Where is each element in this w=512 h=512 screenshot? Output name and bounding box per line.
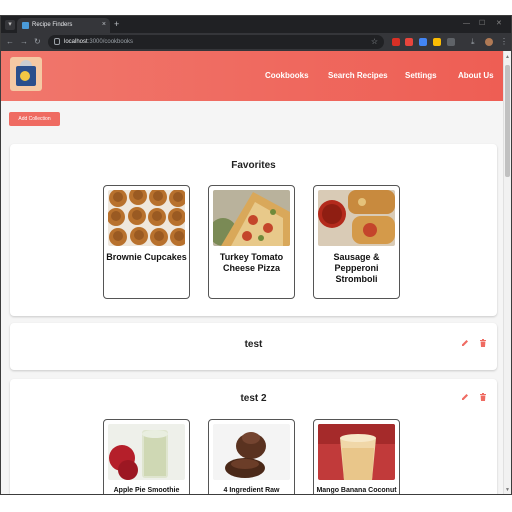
- recipe-image: [213, 190, 290, 246]
- delete-trash-icon[interactable]: [479, 339, 487, 347]
- minimize-icon[interactable]: —: [463, 18, 470, 30]
- recipe-name: Turkey Tomato Cheese Pizza: [219, 252, 284, 273]
- collection-title: Favorites: [231, 160, 276, 171]
- window-close-icon[interactable]: ✕: [496, 18, 502, 30]
- page-scrollbar[interactable]: ▲ ▼: [503, 51, 511, 494]
- nav-search-recipes-link[interactable]: Search Recipes: [328, 71, 388, 81]
- recipe-name: Mango Banana Coconut Smoothie: [316, 487, 397, 494]
- recipe-image: [213, 424, 290, 480]
- bookmark-star-icon[interactable]: ☆: [371, 36, 378, 47]
- recipe-name: Brownie Cupcakes: [106, 252, 187, 262]
- app-header: Cookbooks Search Recipes Settings About …: [1, 51, 503, 101]
- puzzle-extensions-icon[interactable]: [447, 38, 455, 46]
- nav-cookbooks-link[interactable]: Cookbooks: [265, 71, 309, 81]
- extension-icon[interactable]: [419, 38, 427, 46]
- recipe-image: [108, 190, 185, 246]
- nav-about-link[interactable]: About Us: [458, 71, 494, 81]
- scroll-down-icon[interactable]: ▼: [504, 486, 511, 494]
- download-icon[interactable]: ⤓: [471, 37, 475, 47]
- address-bar-row: ← → ↻ localhost:3000/cookbooks ☆ ⤓ ⋮: [1, 33, 511, 51]
- url-input[interactable]: localhost:3000/cookbooks ☆: [48, 35, 384, 49]
- collection-title: test: [244, 339, 263, 350]
- recipe-image: [108, 424, 185, 480]
- cookbooks-page: Add Collection Favorites Brownie Cupcake…: [1, 101, 503, 494]
- recipe-card[interactable]: Turkey Tomato Cheese Pizza: [208, 185, 295, 299]
- recipe-name: Apple Pie Smoothie: [113, 487, 180, 494]
- emblem-icon: [20, 71, 30, 81]
- app-logo[interactable]: [10, 57, 42, 91]
- recipe-image: [318, 424, 395, 480]
- extension-icon[interactable]: [433, 38, 441, 46]
- recipe-name: Sausage & Pepperoni Stromboli: [333, 252, 380, 284]
- kebab-menu-icon[interactable]: ⋮: [500, 37, 508, 47]
- url-text: localhost:3000/cookbooks: [64, 37, 133, 47]
- reload-icon[interactable]: ↻: [34, 37, 41, 47]
- recipe-name: 4 Ingredient Raw Peanut Butter Chocolate…: [223, 487, 280, 494]
- forward-icon[interactable]: →: [20, 37, 28, 47]
- recipe-card[interactable]: Mango Banana Coconut Smoothie: [313, 419, 400, 494]
- site-info-icon[interactable]: [54, 38, 60, 45]
- collection-card: test 2 Apple Pie Smoothie 4 Ingredient R…: [10, 379, 497, 494]
- adblock-extension-icon[interactable]: [405, 38, 413, 46]
- url-path: :3000/cookbooks: [87, 39, 134, 45]
- browser-tab[interactable]: Recipe Finders ×: [17, 18, 110, 33]
- scroll-up-icon[interactable]: ▲: [504, 53, 511, 61]
- tab-title: Recipe Finders: [32, 22, 73, 28]
- delete-trash-icon[interactable]: [479, 393, 487, 401]
- add-collection-button[interactable]: Add Collection: [9, 112, 60, 126]
- extension-icon[interactable]: [392, 38, 400, 46]
- maximize-icon[interactable]: ☐: [479, 18, 485, 30]
- browser-window: ▾ Recipe Finders × + — ☐ ✕ ← → ↻ localho…: [0, 15, 512, 495]
- edit-pencil-icon[interactable]: [461, 393, 469, 401]
- new-tab-button[interactable]: +: [114, 18, 119, 30]
- tab-search-icon[interactable]: ▾: [5, 20, 15, 30]
- recipe-image: [318, 190, 395, 246]
- collection-card: test: [10, 323, 497, 370]
- collection-card: Favorites Brownie Cupcakes Turkey Tomato…: [10, 144, 497, 316]
- nav-settings-link[interactable]: Settings: [405, 71, 437, 81]
- recipe-card[interactable]: 4 Ingredient Raw Peanut Butter Chocolate…: [208, 419, 295, 494]
- recipe-card[interactable]: Sausage & Pepperoni Stromboli: [313, 185, 400, 299]
- close-tab-icon[interactable]: ×: [102, 20, 106, 30]
- collection-title: test 2: [240, 393, 267, 404]
- back-icon[interactable]: ←: [6, 37, 14, 47]
- tab-strip: ▾ Recipe Finders × + — ☐ ✕: [1, 16, 511, 33]
- page-margin: [0, 495, 512, 512]
- recipe-card[interactable]: Brownie Cupcakes: [103, 185, 190, 299]
- edit-pencil-icon[interactable]: [461, 339, 469, 347]
- favicon-icon: [22, 22, 29, 29]
- recipe-card[interactable]: Apple Pie Smoothie: [103, 419, 190, 494]
- url-host: localhost: [64, 39, 88, 45]
- scroll-thumb[interactable]: [505, 65, 510, 177]
- profile-avatar[interactable]: [485, 38, 493, 46]
